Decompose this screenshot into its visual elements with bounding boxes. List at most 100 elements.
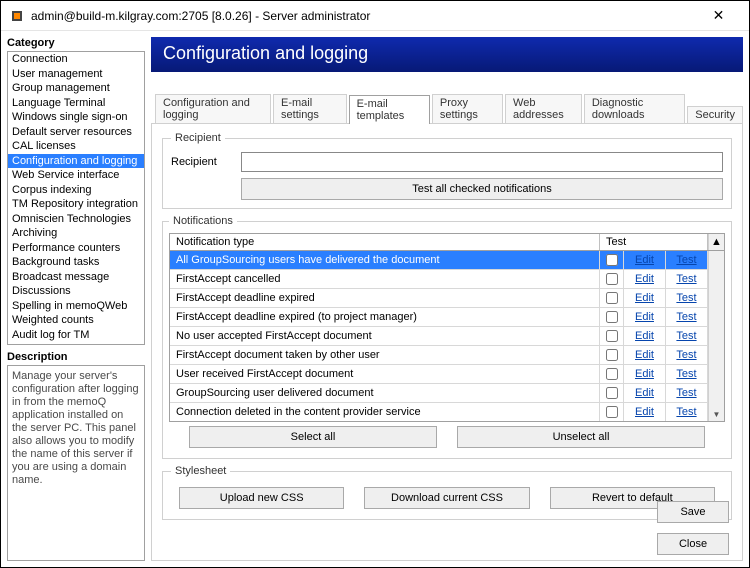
notification-row[interactable]: FirstAccept document taken by other user… (170, 346, 708, 365)
category-item[interactable]: Spelling in memoQWeb (8, 299, 144, 314)
download-css-button[interactable]: Download current CSS (364, 487, 529, 509)
category-item[interactable]: Windows single sign-on (8, 110, 144, 125)
test-link[interactable]: Test (676, 330, 696, 342)
notification-row[interactable]: No user accepted FirstAccept documentEdi… (170, 327, 708, 346)
notification-checkbox-cell[interactable] (600, 365, 624, 383)
notification-edit-cell[interactable]: Edit (624, 251, 666, 269)
notification-test-cell[interactable]: Test (666, 327, 708, 345)
tab[interactable]: Diagnostic downloads (584, 94, 685, 123)
test-link[interactable]: Test (676, 406, 696, 418)
tab[interactable]: Proxy settings (432, 94, 503, 123)
tab[interactable]: E-mail settings (273, 94, 347, 123)
category-item[interactable]: Group management (8, 81, 144, 96)
edit-link[interactable]: Edit (635, 330, 654, 342)
notification-edit-cell[interactable]: Edit (624, 365, 666, 383)
select-all-button[interactable]: Select all (189, 426, 437, 448)
test-link[interactable]: Test (676, 368, 696, 380)
test-link[interactable]: Test (676, 273, 696, 285)
category-item[interactable]: TM Repository integration (8, 197, 144, 212)
tab[interactable]: Security (687, 106, 743, 123)
edit-link[interactable]: Edit (635, 349, 654, 361)
category-item[interactable]: Archiving (8, 226, 144, 241)
notification-test-cell[interactable]: Test (666, 270, 708, 288)
edit-link[interactable]: Edit (635, 406, 654, 418)
notification-edit-cell[interactable]: Edit (624, 346, 666, 364)
test-link[interactable]: Test (676, 254, 696, 266)
notification-checkbox-cell[interactable] (600, 289, 624, 307)
edit-link[interactable]: Edit (635, 368, 654, 380)
tab[interactable]: Web addresses (505, 94, 582, 123)
notification-edit-cell[interactable]: Edit (624, 403, 666, 421)
close-button[interactable]: Close (657, 533, 729, 555)
notification-row[interactable]: All GroupSourcing users have delivered t… (170, 251, 708, 270)
notification-checkbox[interactable] (606, 406, 618, 418)
test-link[interactable]: Test (676, 292, 696, 304)
category-item[interactable]: User management (8, 67, 144, 82)
notification-edit-cell[interactable]: Edit (624, 384, 666, 402)
notification-test-cell[interactable]: Test (666, 308, 708, 326)
test-all-button[interactable]: Test all checked notifications (241, 178, 723, 200)
scroll-up-icon[interactable]: ▲ (708, 234, 724, 250)
edit-link[interactable]: Edit (635, 292, 654, 304)
unselect-all-button[interactable]: Unselect all (457, 426, 705, 448)
notifications-table[interactable]: All GroupSourcing users have delivered t… (170, 251, 708, 421)
notification-checkbox[interactable] (606, 254, 618, 266)
notification-row[interactable]: FirstAccept deadline expired (to project… (170, 308, 708, 327)
test-link[interactable]: Test (676, 387, 696, 399)
notification-checkbox-cell[interactable] (600, 384, 624, 402)
tab[interactable]: Configuration and logging (155, 94, 271, 123)
notification-checkbox-cell[interactable] (600, 251, 624, 269)
notification-checkbox-cell[interactable] (600, 346, 624, 364)
category-item[interactable]: Default server resources (8, 125, 144, 140)
save-button[interactable]: Save (657, 501, 729, 523)
notification-test-cell[interactable]: Test (666, 346, 708, 364)
notification-test-cell[interactable]: Test (666, 384, 708, 402)
category-item[interactable]: Broadcast message (8, 270, 144, 285)
category-item[interactable]: Weighted counts (8, 313, 144, 328)
category-item[interactable]: Performance counters (8, 241, 144, 256)
notification-checkbox[interactable] (606, 330, 618, 342)
category-item[interactable]: Configuration and logging (8, 154, 144, 169)
notification-edit-cell[interactable]: Edit (624, 289, 666, 307)
notification-row[interactable]: FirstAccept deadline expiredEditTest (170, 289, 708, 308)
test-link[interactable]: Test (676, 349, 696, 361)
category-item[interactable]: Customer portal (8, 342, 144, 345)
notification-checkbox[interactable] (606, 349, 618, 361)
notification-checkbox-cell[interactable] (600, 270, 624, 288)
edit-link[interactable]: Edit (635, 254, 654, 266)
notification-row[interactable]: Connection deleted in the content provid… (170, 403, 708, 421)
notification-test-cell[interactable]: Test (666, 251, 708, 269)
edit-link[interactable]: Edit (635, 273, 654, 285)
notification-checkbox[interactable] (606, 311, 618, 323)
notification-checkbox[interactable] (606, 292, 618, 304)
notification-edit-cell[interactable]: Edit (624, 308, 666, 326)
category-item[interactable]: Connection (8, 52, 144, 67)
upload-css-button[interactable]: Upload new CSS (179, 487, 344, 509)
notifications-scrollbar[interactable]: ▼ (708, 251, 724, 421)
notification-test-cell[interactable]: Test (666, 403, 708, 421)
category-item[interactable]: CAL licenses (8, 139, 144, 154)
category-item[interactable]: Language Terminal (8, 96, 144, 111)
notification-test-cell[interactable]: Test (666, 289, 708, 307)
notification-checkbox[interactable] (606, 368, 618, 380)
tab[interactable]: E-mail templates (349, 95, 430, 124)
notification-row[interactable]: FirstAccept cancelledEditTest (170, 270, 708, 289)
notification-checkbox[interactable] (606, 273, 618, 285)
notification-test-cell[interactable]: Test (666, 365, 708, 383)
category-item[interactable]: Audit log for TM (8, 328, 144, 343)
notification-checkbox[interactable] (606, 387, 618, 399)
notification-edit-cell[interactable]: Edit (624, 270, 666, 288)
test-link[interactable]: Test (676, 311, 696, 323)
notification-checkbox-cell[interactable] (600, 327, 624, 345)
notification-row[interactable]: User received FirstAccept documentEditTe… (170, 365, 708, 384)
category-list[interactable]: ConnectionUser managementGroup managemen… (7, 51, 145, 345)
notification-checkbox-cell[interactable] (600, 403, 624, 421)
recipient-input[interactable] (241, 152, 723, 172)
notification-checkbox-cell[interactable] (600, 308, 624, 326)
category-item[interactable]: Discussions (8, 284, 144, 299)
category-item[interactable]: Background tasks (8, 255, 144, 270)
notification-edit-cell[interactable]: Edit (624, 327, 666, 345)
edit-link[interactable]: Edit (635, 387, 654, 399)
window-close-button[interactable]: ✕ (696, 1, 741, 30)
notification-row[interactable]: GroupSourcing user delivered documentEdi… (170, 384, 708, 403)
